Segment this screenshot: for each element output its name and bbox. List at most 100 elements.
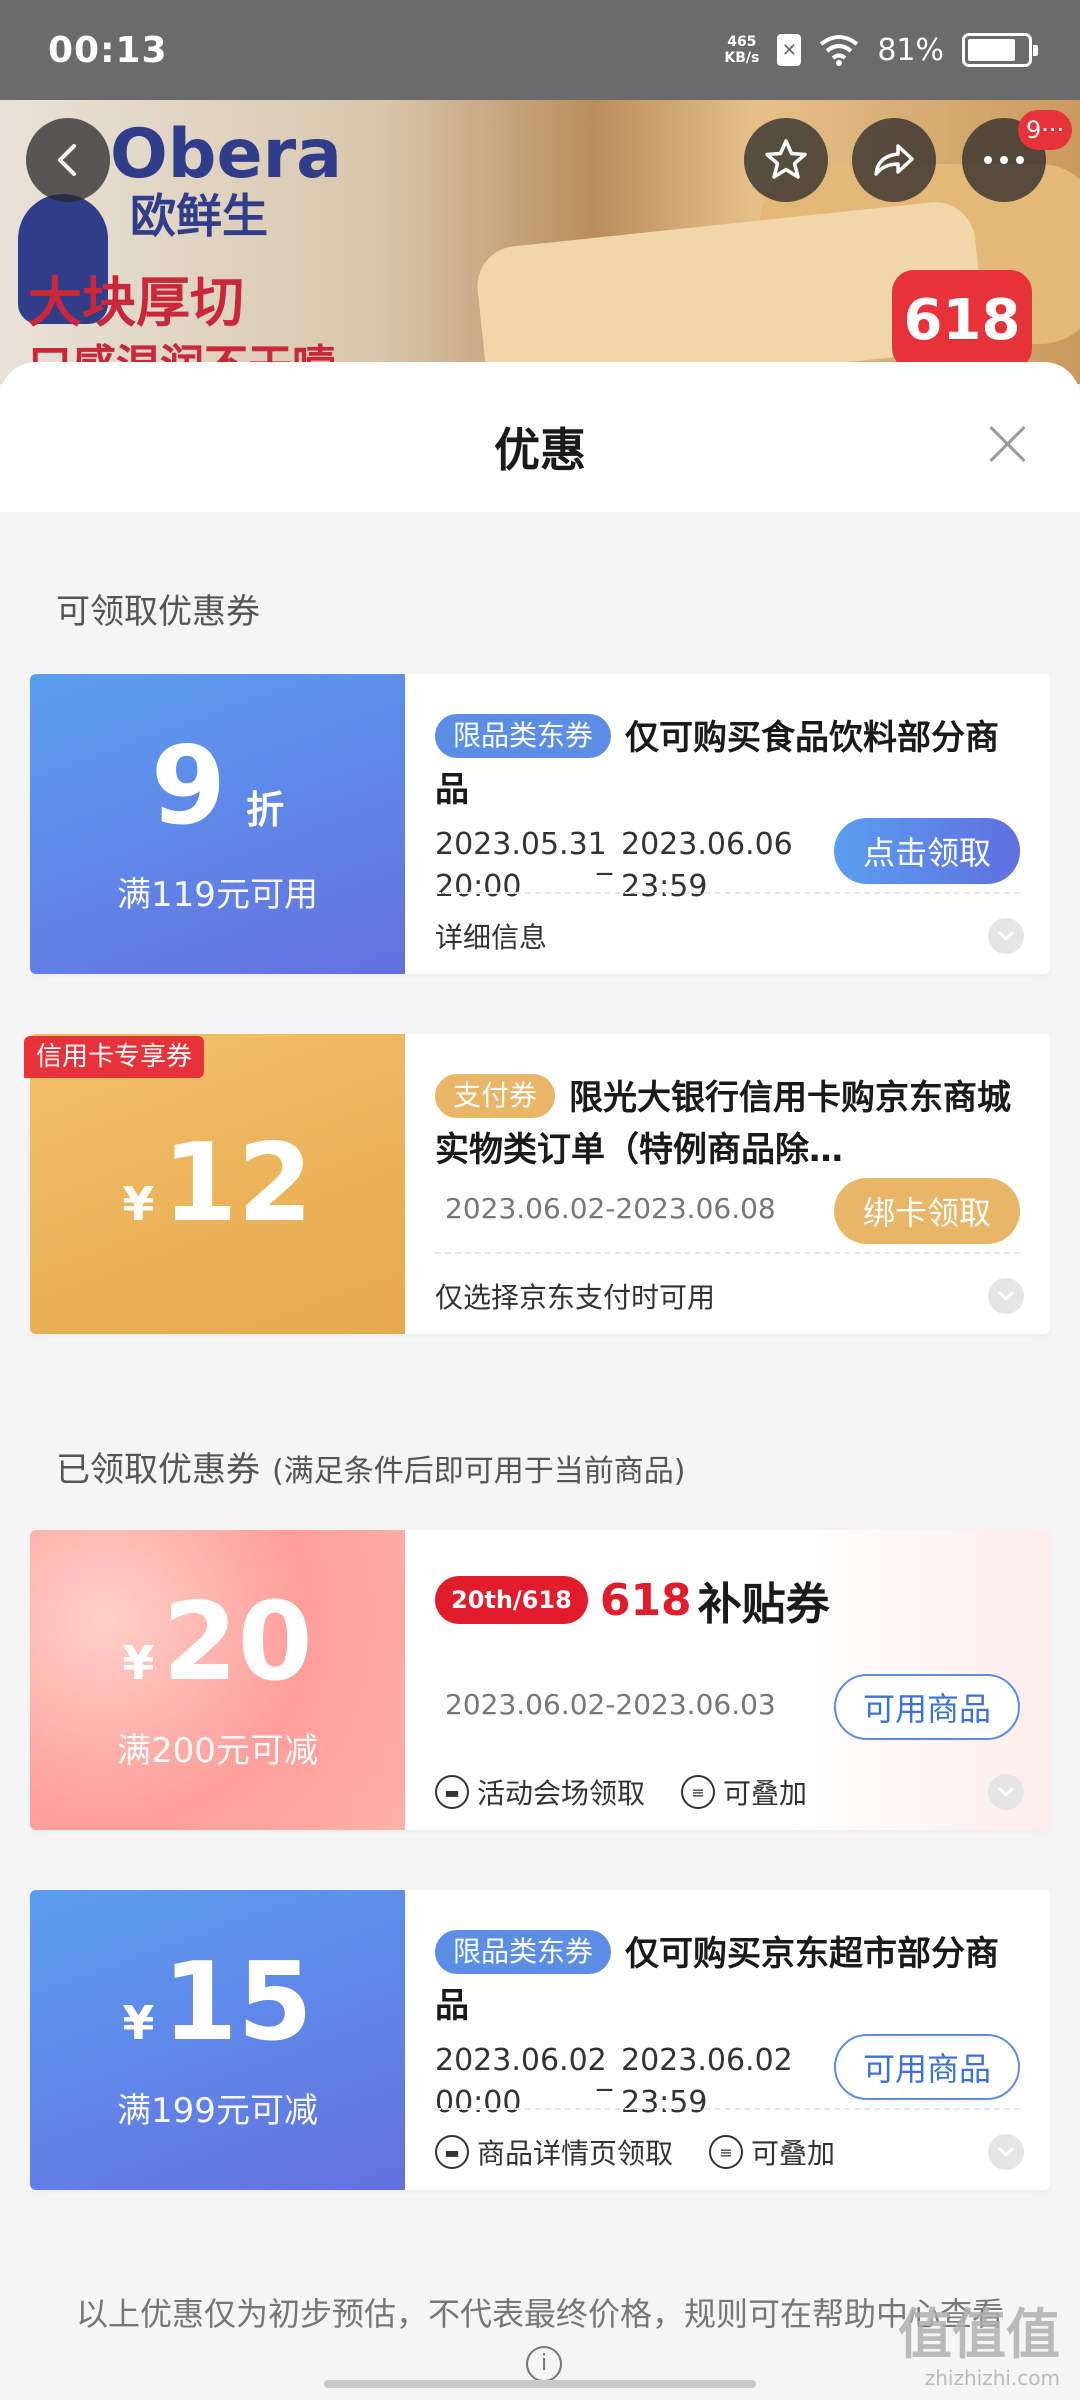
share-button[interactable] (852, 118, 936, 202)
status-icons: 465 KB/s ✕ 81% (724, 32, 1038, 68)
brand-name-cn: 欧鲜生 (130, 189, 268, 243)
currency-symbol: ¥ (122, 1995, 155, 2050)
bind-card-button[interactable]: 绑卡领取 (834, 1178, 1020, 1244)
coupon-start-time: 00:00 (435, 2085, 522, 2120)
coupon-condition: 满199元可减 (117, 2090, 318, 2131)
coupon-end-time: 23:59 (621, 869, 708, 904)
coupon-value-panel: ¥ 12 (30, 1034, 405, 1334)
coupon-start: 2023.06.02 00:00 (435, 2040, 607, 2124)
credit-card-exclusive-ribbon: 信用卡专享券 (24, 1036, 205, 1078)
network-speed-value: 465 (727, 34, 757, 50)
coupon-tag: 支付券 (435, 1074, 556, 1118)
date-separator: _ (597, 841, 612, 876)
coupon-condition: 满200元可减 (117, 1730, 318, 1771)
coupon-end-date: 2023.06.06 (621, 827, 793, 862)
coupon-source-text: 活动会场领取 (477, 1777, 646, 1810)
coupon-end: 2023.06.02 23:59 (621, 2040, 793, 2124)
battery-icon (962, 33, 1038, 67)
claimed-coupons-title: 已领取优惠券 (56, 1450, 260, 1490)
watermark-text: 值值值 (898, 2303, 1060, 2366)
subsidy-title-618: 618 (599, 1574, 692, 1626)
watermark-domain: zhizhizhi.com (924, 2366, 1060, 2390)
coupon-value: 9 折 (151, 732, 284, 841)
coupon-value-panel: ¥ 20 满200元可减 (30, 1530, 405, 1830)
coupon-end-time: 23:59 (621, 2085, 708, 2120)
claimed-coupons-hint: (满足条件后即可用于当前商品) (272, 1454, 686, 1489)
coupon-card: ¥ 20 满200元可减 20th/618 618 补贴券 2023.06.02… (30, 1530, 1050, 1830)
more-dots-icon (984, 156, 1024, 164)
coupon-tag: 限品类东券 (435, 1930, 612, 1974)
status-time: 00:13 (48, 29, 168, 71)
watermark: 值值值 zhizhizhi.com (898, 2308, 1060, 2390)
sim-off-icon: ✕ (777, 34, 802, 66)
coupon-stackable-text: 可叠加 (751, 2137, 836, 2170)
coupon-start-date: 2023.05.31 (435, 827, 607, 862)
coupon-value: ¥ 12 (122, 1130, 312, 1238)
coupon-stackable-text: 可叠加 (723, 1777, 808, 1810)
share-icon (874, 144, 914, 176)
sheet-header: 优惠 (0, 362, 1080, 512)
date-separator: _ (597, 2057, 612, 2092)
coupon-tag: 限品类东券 (435, 714, 612, 758)
coupon-source: ▬ 商品详情页领取 ≡ 可叠加 (435, 2132, 835, 2172)
coupon-value: ¥ 15 (122, 1948, 312, 2057)
close-icon[interactable] (986, 422, 1030, 466)
coupon-start-time: 20:00 (435, 869, 522, 904)
coupon-start: 2023.05.31 20:00 (435, 824, 607, 908)
promo-618-badge: 618 (892, 270, 1032, 370)
battery-level (968, 39, 1015, 61)
coupon-value-number: 12 (162, 1121, 313, 1246)
status-bar: 00:13 465 KB/s ✕ 81% (0, 0, 1080, 100)
claim-coupon-button[interactable]: 点击领取 (834, 818, 1020, 884)
coupon-start-date: 2023.06.02 (435, 2043, 607, 2078)
coupon-value: ¥ 20 (122, 1579, 313, 1705)
coupon-details: 限品类东券 仅可购买京东超市部分商品 2023.06.02 00:00 _ 2023… (405, 1890, 1050, 2190)
currency-symbol: ¥ (122, 1177, 155, 1231)
coupon-usage-note: 仅选择京东支付时可用 (435, 1281, 716, 1314)
favorite-button[interactable] (744, 118, 828, 202)
coupon-details-link[interactable]: 详细信息 (435, 916, 547, 956)
coupon-source: ▬ 活动会场领取 ≡ 可叠加 (435, 1772, 807, 1812)
eligible-products-button[interactable]: 可用商品 (834, 2034, 1020, 2100)
coupon-description: 限品类东券 仅可购买京东超市部分商品 (435, 1928, 1020, 2032)
subsidy-title-text: 补贴券 (697, 1579, 830, 1630)
currency-symbol: ¥ (122, 1635, 155, 1690)
coupon-end-date: 2023.06.02 (621, 2043, 793, 2078)
promotions-sheet: 优惠 可领取优惠券 9 折 满119元可用 限品类东券 仅可购买食品饮料部分商品 … (0, 362, 1080, 2400)
network-speed-unit: KB/s (724, 50, 760, 66)
coupon-divider (435, 1252, 1020, 1254)
wifi-icon (820, 35, 859, 66)
info-icon[interactable]: i (526, 2346, 562, 2382)
home-indicator[interactable] (324, 2380, 756, 2388)
chevron-down-icon[interactable] (988, 1774, 1024, 1810)
coupon-condition: 满119元可用 (117, 874, 318, 915)
claimed-coupons-heading: 已领取优惠券 (满足条件后即可用于当前商品) (56, 1442, 685, 1491)
chevron-down-icon[interactable] (988, 2134, 1024, 2170)
back-arrow-icon (58, 144, 76, 176)
stackable-icon: ≡ (681, 1775, 716, 1809)
star-icon (765, 139, 807, 179)
coupon-source-text: 商品详情页领取 (477, 2137, 674, 2170)
chevron-down-icon[interactable] (988, 1278, 1024, 1314)
chevron-down-icon[interactable] (988, 918, 1024, 954)
coupon-card: ¥ 12 支付券 限光大银行信用卡购京东商城实物类订单（特例商品除… 2023.0… (30, 1034, 1050, 1334)
coupon-card: 9 折 满119元可用 限品类东券 仅可购买食品饮料部分商品 2023.05.31… (30, 674, 1050, 974)
618-anniversary-badge: 20th/618 (435, 1576, 588, 1624)
coupon-card: ¥ 15 满199元可减 限品类东券 仅可购买京东超市部分商品 2023.06.0… (30, 1890, 1050, 2190)
message-count-badge: 9··· (1018, 110, 1073, 150)
ticket-icon: ▬ (435, 2135, 469, 2169)
coupon-value-number: 20 (162, 1579, 313, 1705)
battery-percent: 81% (877, 32, 944, 68)
network-speed: 465 KB/s (724, 34, 759, 66)
product-slogan: 大块厚切 (28, 271, 244, 334)
coupon-details: 20th/618 618 补贴券 2023.06.02-2023.06.03 可… (405, 1530, 1050, 1830)
ticket-icon: ▬ (435, 1775, 469, 1809)
coupon-description: 支付券 限光大银行信用卡购京东商城实物类订单（特例商品除… (435, 1072, 1020, 1176)
coupon-value-panel: 9 折 满119元可用 (30, 674, 405, 974)
back-button[interactable] (26, 118, 110, 202)
eligible-products-button[interactable]: 可用商品 (834, 1674, 1020, 1740)
subsidy-coupon-title: 20th/618 618 补贴券 (435, 1568, 1020, 1632)
sheet-title: 优惠 (494, 423, 586, 477)
price-disclaimer: 以上优惠仅为初步预估，不代表最终价格，规则可在帮助中心查看 i (60, 2290, 1020, 2386)
stackable-icon: ≡ (709, 2135, 744, 2169)
